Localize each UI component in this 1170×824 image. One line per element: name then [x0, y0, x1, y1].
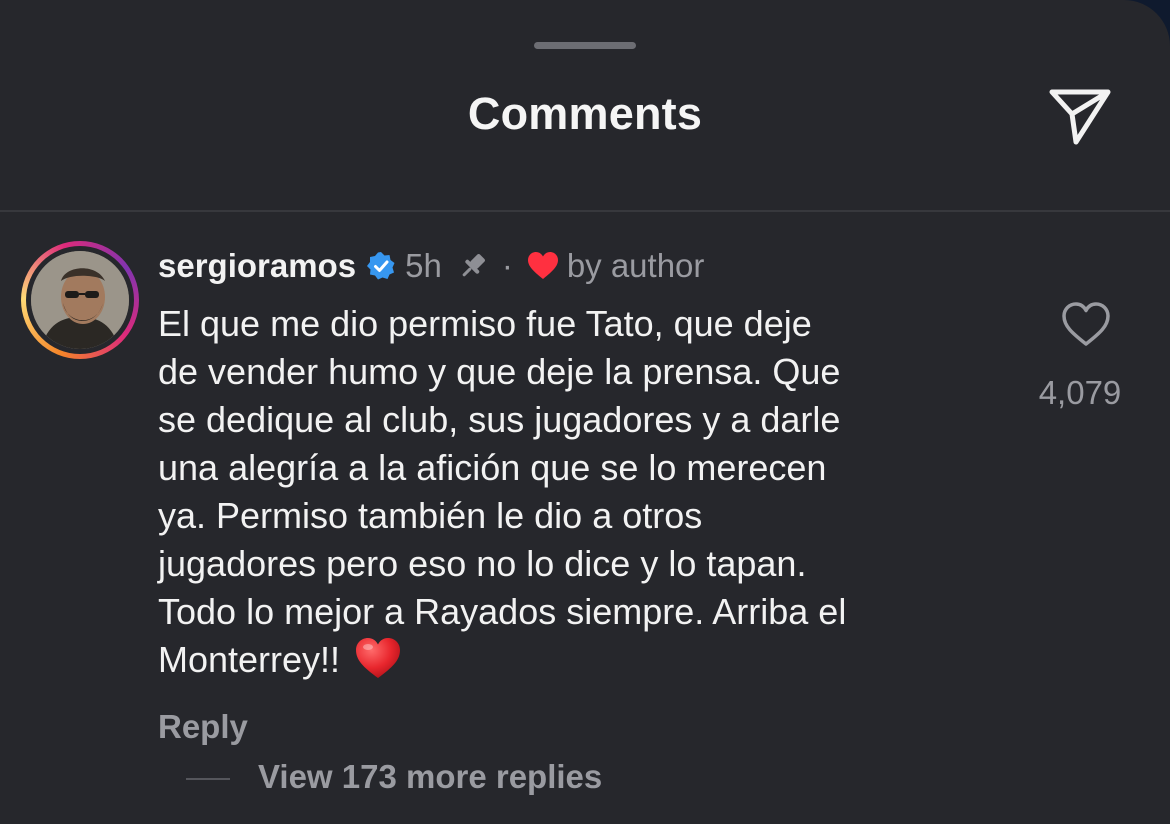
avatar-photo	[31, 251, 129, 349]
comment-time: 5h	[405, 247, 442, 284]
pin-icon	[462, 254, 485, 277]
send-icon[interactable]	[1046, 84, 1114, 148]
view-replies-button[interactable]: View 173 more replies	[258, 758, 602, 796]
comments-sheet: Comments sergioramos 5h · by author El q…	[0, 0, 1170, 824]
verified-badge-icon	[367, 252, 395, 280]
page-title: Comments	[467, 88, 703, 139]
username[interactable]: sergioramos	[158, 247, 356, 285]
comment-text: El que me dio permiso fue Tato, que deje…	[158, 300, 1008, 684]
header-divider	[0, 210, 1170, 212]
red-heart-icon	[527, 252, 558, 279]
sheet-grabber[interactable]	[534, 42, 636, 49]
comment-line: Monterrey!!	[158, 639, 341, 680]
replies-divider	[186, 778, 230, 780]
comment-line-last: Monterrey!!	[158, 636, 1008, 684]
liked-by-author-label: by author	[566, 247, 705, 284]
comment-line: Todo lo mejor a Rayados siempre. Arriba …	[158, 591, 847, 632]
comment-line: de vender humo y que deje la prensa. Que	[158, 351, 841, 392]
reply-button[interactable]: Reply	[158, 708, 248, 746]
comment-meta: sergioramos 5h · by author	[158, 244, 704, 288]
comment-line: jugadores pero eso no lo dice y lo tapan…	[158, 543, 807, 584]
comment-line: se dedique al club, sus jugadores y a da…	[158, 399, 841, 440]
comment-line: ya. Permiso también le dio a otros	[158, 495, 703, 536]
like-heart-icon[interactable]	[1060, 300, 1112, 348]
comment-line: una alegría a la afición que se lo merec…	[158, 447, 827, 488]
avatar[interactable]	[21, 241, 139, 359]
like-count: 4,079	[1038, 374, 1122, 411]
meta-separator: ·	[501, 247, 513, 284]
red-heart-emoji	[356, 638, 401, 678]
comment-line: El que me dio permiso fue Tato, que deje	[158, 303, 812, 344]
